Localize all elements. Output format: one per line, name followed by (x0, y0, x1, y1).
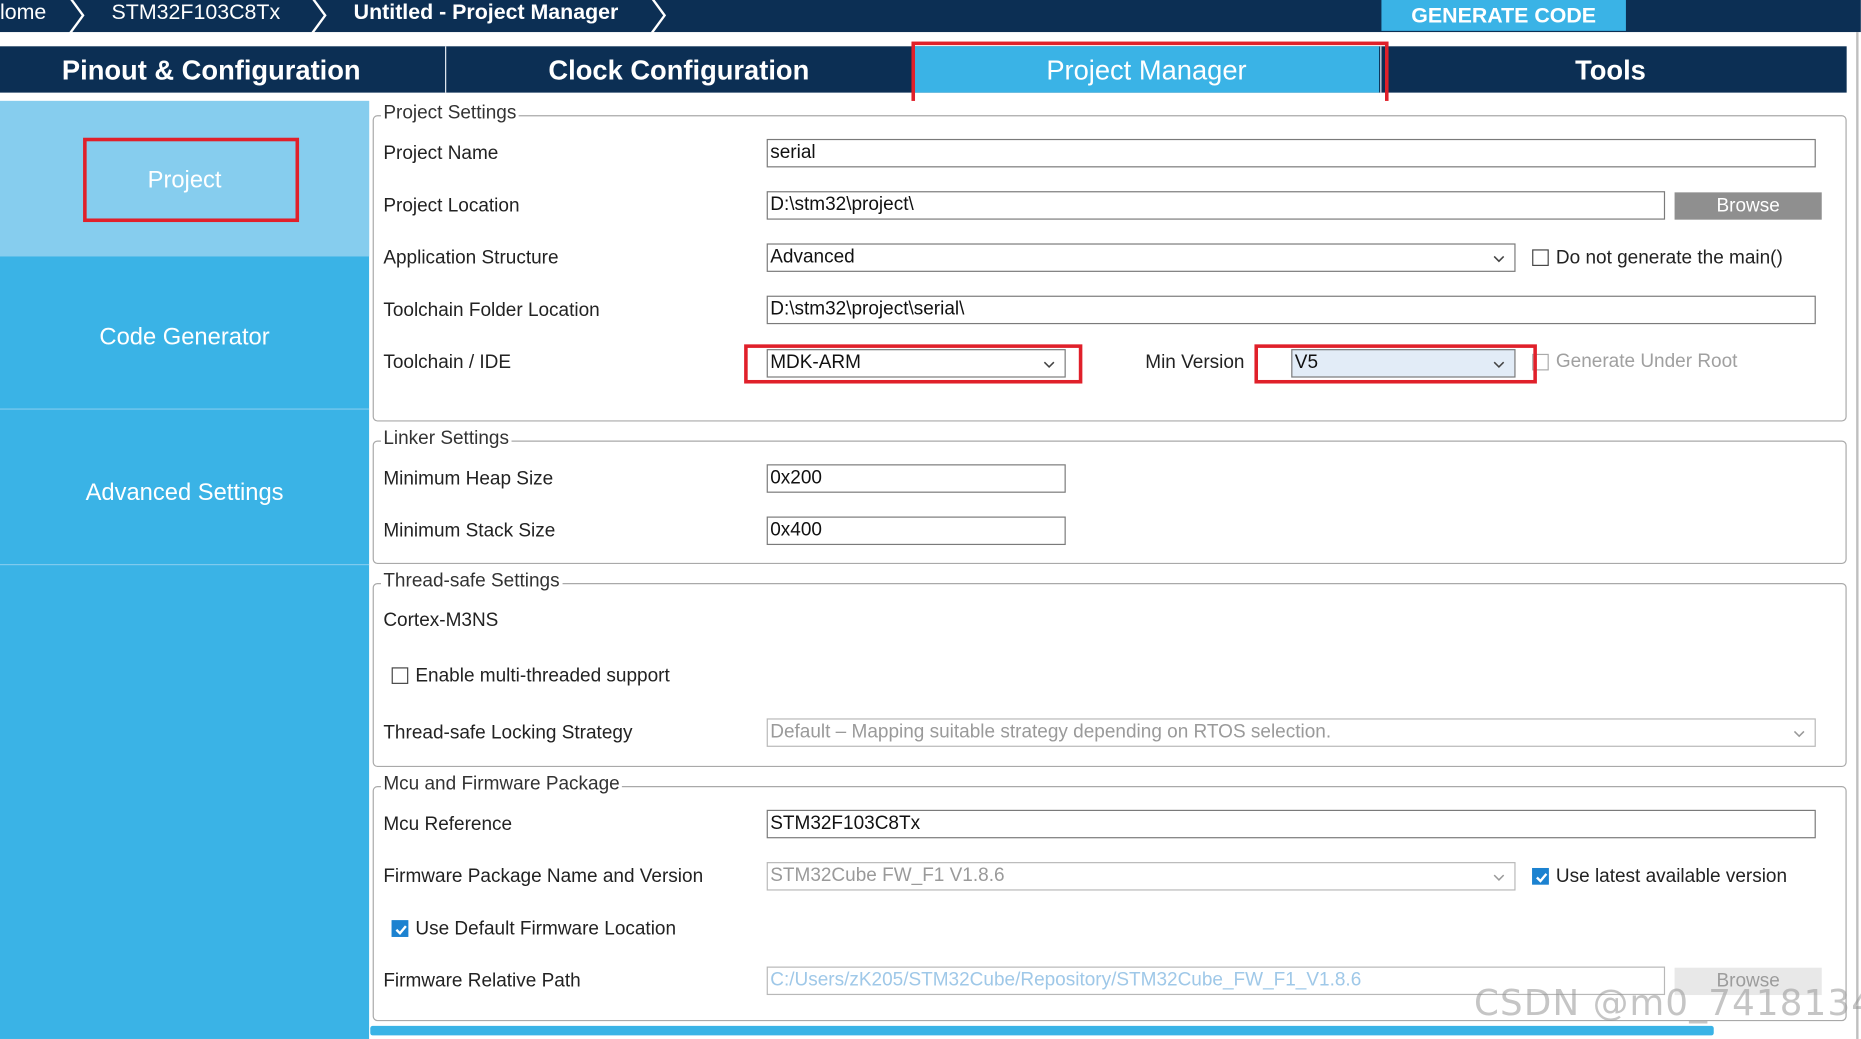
breadcrumb-device[interactable]: STM32F103C8Tx (112, 0, 281, 32)
thread-safe-settings-legend: Thread-safe Settings (380, 571, 562, 593)
chevron-right-icon (311, 0, 327, 34)
checkmark-icon (1536, 873, 1548, 883)
toolchain-ide-value: MDK-ARM (770, 352, 861, 373)
min-version-select[interactable]: V5 (1291, 349, 1516, 378)
checkmark-icon (395, 925, 407, 936)
project-location-label: Project Location (383, 195, 520, 217)
chevron-down-icon (1043, 361, 1055, 368)
breadcrumb-home[interactable]: lome (0, 0, 46, 32)
mcu-firmware-legend: Mcu and Firmware Package (380, 774, 623, 796)
no-main-checkbox[interactable] (1532, 249, 1549, 266)
horizontal-scrollbar[interactable] (370, 1025, 1714, 1036)
min-version-value: V5 (1294, 352, 1319, 373)
breadcrumb: lome STM32F103C8Tx Untitled - Project Ma… (0, 0, 1861, 34)
chevron-down-icon (1493, 874, 1505, 881)
locking-strategy-value: Default – Mapping suitable strategy depe… (770, 721, 1332, 743)
chevron-down-icon (1493, 255, 1505, 263)
toolchain-ide-select[interactable]: MDK-ARM (766, 349, 1066, 378)
core-label: Cortex-M3NS (383, 610, 499, 631)
stm32cubemx-window: lome STM32F103C8Tx Untitled - Project Ma… (0, 0, 1861, 1039)
generate-code-button[interactable]: GENERATE CODE (1381, 0, 1626, 31)
linker-settings-legend: Linker Settings (380, 428, 512, 451)
minimum-stack-input[interactable]: 0x400 (766, 516, 1066, 546)
sidebar-item-project[interactable]: Project (0, 100, 370, 257)
multithread-label: Enable multi-threaded support (415, 666, 670, 687)
watermark: CSDN @m0_74181342 (1474, 983, 1861, 1025)
firmware-package-label: Firmware Package Name and Version (383, 866, 704, 887)
sidebar-divider (0, 564, 370, 566)
project-settings-legend: Project Settings (380, 103, 519, 125)
minimum-heap-input[interactable]: 0x200 (766, 464, 1066, 493)
sidebar-item-advanced-settings[interactable]: Advanced Settings (0, 410, 369, 564)
project-location-input[interactable]: D:\stm32\project\ (766, 191, 1666, 220)
multithread-checkbox[interactable] (391, 667, 409, 684)
mcu-reference-label: Mcu Reference (383, 814, 513, 835)
mcu-reference-input[interactable]: STM32F103C8Tx (766, 809, 1816, 839)
toolchain-folder-input[interactable]: D:\stm32\project\serial\ (766, 295, 1816, 325)
project-manager-panel: Project Settings Project Name serial Pro… (370, 100, 1861, 1039)
min-version-label: Min Version (1145, 352, 1245, 373)
firmware-package-value: STM32Cube FW_F1 V1.8.6 (770, 865, 1005, 886)
linker-settings-group: Linker Settings (372, 428, 1847, 565)
tab-project-manager[interactable]: Project Manager (913, 46, 1380, 93)
use-latest-version-label: Use latest available version (1555, 866, 1788, 887)
no-main-label: Do not generate the main() (1555, 248, 1783, 269)
firmware-package-select[interactable]: STM32Cube FW_F1 V1.8.6 (766, 862, 1516, 891)
chevron-right-icon (69, 0, 85, 34)
tab-tools[interactable]: Tools (1381, 46, 1839, 92)
minimum-stack-label: Minimum Stack Size (383, 521, 556, 542)
window-edge (1856, 32, 1859, 1039)
application-structure-value: Advanced (770, 246, 855, 268)
application-structure-label: Application Structure (383, 248, 559, 269)
main-tabs: Pinout & Configuration Clock Configurati… (0, 46, 1847, 93)
sidebar-item-code-generator[interactable]: Code Generator (0, 258, 369, 410)
generate-under-root-label: Generate Under Root (1555, 351, 1738, 372)
project-name-input[interactable]: serial (766, 138, 1816, 168)
locking-strategy-label: Thread-safe Locking Strategy (383, 723, 633, 744)
use-default-location-label: Use Default Firmware Location (415, 919, 677, 940)
project-location-browse-button[interactable]: Browse (1674, 192, 1822, 220)
locking-strategy-select[interactable]: Default – Mapping suitable strategy depe… (766, 718, 1816, 747)
chevron-down-icon (1493, 361, 1505, 368)
chevron-down-icon (1793, 730, 1805, 738)
use-latest-version-checkbox[interactable] (1532, 867, 1549, 885)
tab-pinout-configuration[interactable]: Pinout & Configuration (0, 46, 423, 92)
application-structure-select[interactable]: Advanced (766, 243, 1516, 272)
use-default-location-checkbox[interactable] (391, 920, 409, 937)
minimum-heap-label: Minimum Heap Size (383, 469, 554, 490)
project-name-label: Project Name (383, 143, 499, 164)
firmware-path-label: Firmware Relative Path (383, 971, 581, 992)
generate-under-root-checkbox[interactable] (1532, 353, 1549, 371)
sidebar: Project Code Generator Advanced Settings (0, 100, 370, 1039)
toolchain-folder-label: Toolchain Folder Location (383, 300, 600, 321)
breadcrumb-current[interactable]: Untitled - Project Manager (354, 0, 619, 32)
toolchain-ide-label: Toolchain / IDE (383, 352, 512, 373)
tab-clock-configuration[interactable]: Clock Configuration (446, 46, 911, 92)
chevron-right-icon (650, 0, 667, 34)
